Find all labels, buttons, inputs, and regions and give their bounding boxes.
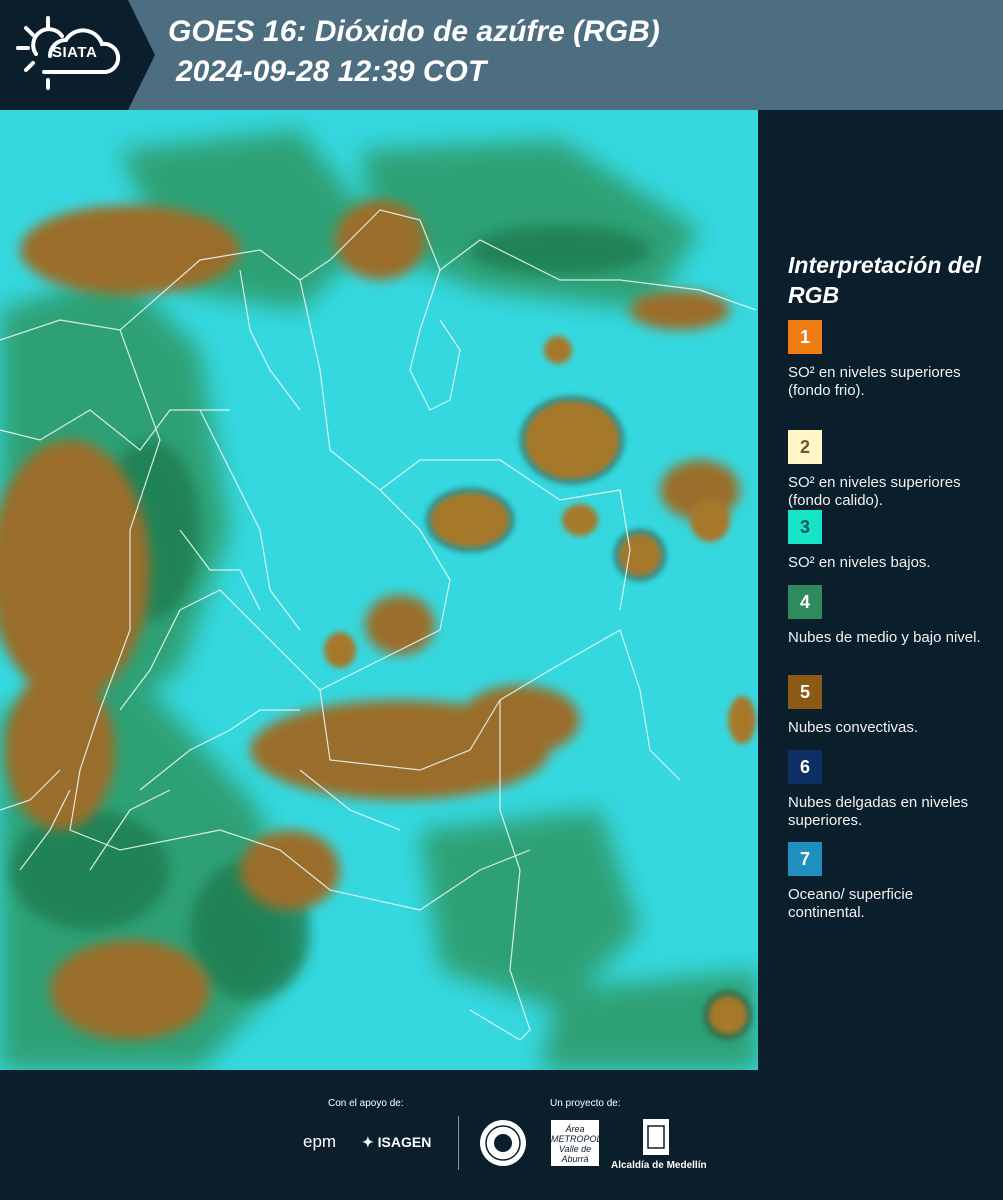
area-metro-text: Área METROPOLITANA Valle de Aburrá (551, 1124, 628, 1164)
footer-divider (458, 1116, 459, 1170)
rgb-satellite-image (0, 110, 758, 1070)
legend-swatch-2: 2 (788, 430, 822, 464)
epm-logo: epm (303, 1132, 337, 1151)
legend-label-5: Nubes convectivas. (788, 719, 919, 736)
siata-logo: SIATA (0, 0, 155, 110)
legend-swatch-7: 7 (788, 842, 822, 876)
legend-label-1: SO² en niveles superiores (fondo frio). (788, 364, 961, 399)
rgb-legend: Interpretación del RGB 1 SO² en niveles s… (770, 110, 1003, 1070)
legend-item-2: 2 SO² en niveles superiores (fondo calido… (788, 430, 993, 510)
isagen-logo: ✦ ISAGEN (362, 1134, 431, 1151)
legend-swatch-4: 4 (788, 585, 822, 619)
coat-of-arms-icon (643, 1119, 669, 1155)
isagen-text: ISAGEN (377, 1134, 432, 1150)
project-label: Un proyecto de: (550, 1098, 621, 1109)
legend-item-5: 5 Nubes convectivas. (788, 675, 993, 737)
legend-item-4: 4 Nubes de medio y bajo nivel. (788, 585, 993, 647)
legend-label-2: SO² en niveles superiores (fondo calido)… (788, 474, 961, 509)
isagen-mark-icon: ✦ (362, 1134, 374, 1150)
page-title: GOES 16: Dióxido de azúfre (RGB) (168, 15, 660, 48)
legend-label-6: Nubes delgadas en niveles superiores. (788, 794, 969, 829)
area-metropolitana-logo: Área METROPOLITANA Valle de Aburrá (551, 1120, 628, 1166)
legend-swatch-3: 3 (788, 510, 822, 544)
seal-logo-icon (480, 1120, 526, 1166)
alcaldia-text: Alcaldía de Medellín (611, 1160, 707, 1171)
legend-item-6: 6 Nubes delgadas en niveles superiores. (788, 750, 993, 830)
legend-item-3: 3 SO² en niveles bajos. (788, 510, 993, 572)
satellite-map (0, 110, 758, 1070)
header-bar: SIATA GOES 16: Dióxido de azúfre (RGB) 2… (0, 0, 1003, 110)
legend-swatch-6: 6 (788, 750, 822, 784)
legend-item-7: 7 Oceano/ superficie continental. (788, 842, 993, 922)
legend-label-4: Nubes de medio y bajo nivel. (788, 629, 981, 646)
legend-swatch-5: 5 (788, 675, 822, 709)
footer: Con el apoyo de: Un proyecto de: epm ✦ I… (0, 1070, 1003, 1200)
page-timestamp: 2024-09-28 12:39 COT (176, 55, 487, 88)
legend-label-7: Oceano/ superficie continental. (788, 886, 914, 921)
legend-swatch-1: 1 (788, 320, 822, 354)
logo-text: SIATA (52, 44, 98, 61)
legend-label-3: SO² en niveles bajos. (788, 554, 931, 571)
legend-title: Interpretación del RGB (788, 252, 981, 308)
legend-item-1: 1 SO² en niveles superiores (fondo frio). (788, 320, 993, 400)
support-label: Con el apoyo de: (328, 1098, 404, 1109)
